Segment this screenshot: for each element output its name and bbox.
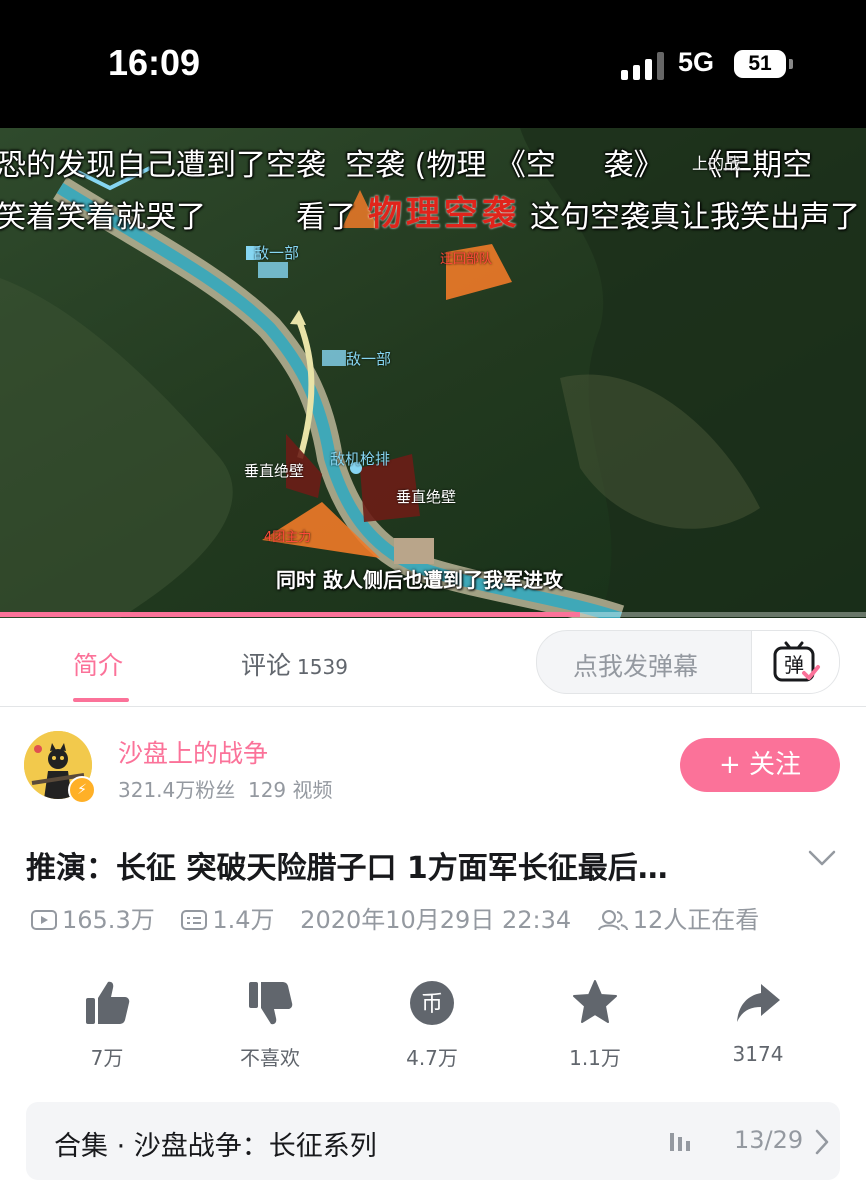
share-arrow-icon bbox=[737, 984, 780, 1022]
share-count: 3174 bbox=[732, 1042, 784, 1066]
coin-icon: 币 bbox=[410, 981, 454, 1025]
danmaku-count-icon bbox=[181, 910, 208, 930]
map-label-mg-platoon: 敌机枪排 bbox=[330, 450, 391, 468]
danmaku-tag: 上的战 bbox=[692, 154, 741, 173]
uploader-fans: 321.4万粉丝 bbox=[118, 778, 236, 802]
comments-count: 1539 bbox=[297, 655, 348, 679]
clock: 16:09 bbox=[108, 42, 201, 83]
battery-icon: 51 bbox=[734, 50, 786, 78]
video-title[interactable]: 推演：长征 突破天险腊子口 1方面军长征最后… bbox=[26, 843, 782, 887]
uploader-stats: 321.4万粉丝 129 视频 bbox=[118, 774, 333, 803]
verified-badge-icon: ⚡ bbox=[68, 776, 96, 804]
map-label-main-force: 4团主力 bbox=[264, 530, 312, 545]
tab-bar: 简介 评论 1539 点我发弹幕 弹 bbox=[0, 618, 866, 707]
uploader-name[interactable]: 沙盘上的战争 bbox=[118, 734, 268, 770]
dislike-button[interactable]: 不喜欢 bbox=[210, 978, 330, 1071]
danmaku-input[interactable]: 点我发弹幕 弹 bbox=[536, 630, 840, 694]
danmaku-count: 1.4万 bbox=[212, 906, 275, 934]
view-count: 165.3万 bbox=[62, 906, 155, 934]
map-label-enemy-hq: 敌一部 bbox=[254, 244, 300, 262]
uploader-videos: 129 视频 bbox=[247, 778, 333, 802]
play-count-icon bbox=[31, 910, 57, 930]
video-progress-fill bbox=[0, 612, 581, 617]
svg-text:弹: 弹 bbox=[784, 653, 804, 677]
danmaku-red: 物理空袭 bbox=[368, 194, 520, 234]
tab-comments[interactable]: 评论 1539 bbox=[241, 646, 348, 682]
danmaku-line-2: 笑着笑着就哭了 bbox=[0, 200, 206, 235]
favorite-count: 1.1万 bbox=[569, 1046, 621, 1070]
chevron-right-icon bbox=[815, 1129, 829, 1155]
video-subtitle: 同时 敌人侧后也遭到了我军进攻 bbox=[276, 568, 563, 592]
follow-button[interactable]: + 关注 bbox=[680, 738, 840, 792]
watching-count: 12人正在看 bbox=[632, 906, 760, 934]
signal-icon bbox=[621, 52, 665, 80]
video-meta: 165.3万 1.4万 2020年10月29日 22:34 12人正在看 bbox=[30, 900, 759, 935]
collection-card[interactable]: 合集 · 沙盘战争：长征系列 13/29 bbox=[26, 1102, 840, 1180]
playlist-bars-icon bbox=[670, 1133, 690, 1151]
star-icon bbox=[573, 980, 617, 1023]
coin-button[interactable]: 币 4.7万 bbox=[372, 978, 492, 1071]
coin-count: 4.7万 bbox=[406, 1046, 458, 1070]
video-player[interactable]: 恐的发现自己遭到了空袭 空袭 (物理 《空 袭》 《早期空 上的战 笑着笑着就哭… bbox=[0, 128, 866, 618]
expand-chevron-icon[interactable] bbox=[806, 848, 838, 868]
publish-date: 2020年10月29日 22:34 bbox=[300, 906, 572, 934]
favorite-button[interactable]: 1.1万 bbox=[535, 978, 655, 1071]
like-button[interactable]: 7万 bbox=[47, 978, 167, 1071]
danmaku-line-1: 恐的发现自己遭到了空袭 空袭 (物理 《空 袭》 《早期空 bbox=[0, 148, 813, 183]
tab-comments-label: 评论 bbox=[241, 651, 292, 680]
danmaku-tv-icon: 弹 bbox=[773, 641, 820, 682]
collection-title: 合集 · 沙盘战争：长征系列 bbox=[54, 1131, 377, 1162]
watching-people-icon bbox=[597, 910, 628, 931]
share-button[interactable]: 3174 bbox=[698, 978, 818, 1066]
dislike-label: 不喜欢 bbox=[240, 1046, 300, 1070]
video-progress-bar[interactable] bbox=[0, 612, 866, 617]
map-label-retreat: 迂回部队 bbox=[440, 252, 493, 267]
collection-progress: 13/29 bbox=[734, 1126, 804, 1154]
danmaku-line-4: 这句空袭真让我笑出声了 bbox=[530, 200, 860, 235]
thumbs-down-icon bbox=[249, 982, 293, 1025]
thumbs-up-icon bbox=[86, 981, 130, 1024]
status-bar: 16:09 5G 51 bbox=[0, 0, 866, 128]
tab-active-indicator bbox=[73, 698, 129, 702]
tab-intro[interactable]: 简介 bbox=[73, 646, 123, 682]
map-label-enemy-unit: 敌一部 bbox=[346, 350, 392, 368]
danmaku-toggle-button[interactable]: 弹 bbox=[751, 631, 839, 693]
battery-cap bbox=[789, 59, 793, 69]
network-type: 5G bbox=[678, 47, 715, 77]
danmaku-placeholder: 点我发弹幕 bbox=[573, 652, 699, 681]
map-label-cliff-left: 垂直绝壁 bbox=[244, 462, 305, 480]
map-label-cliff-right: 垂直绝壁 bbox=[396, 488, 457, 506]
svg-text:币: 币 bbox=[421, 992, 443, 1017]
like-count: 7万 bbox=[90, 1046, 124, 1070]
danmaku-line-3: 看了 bbox=[296, 200, 356, 235]
